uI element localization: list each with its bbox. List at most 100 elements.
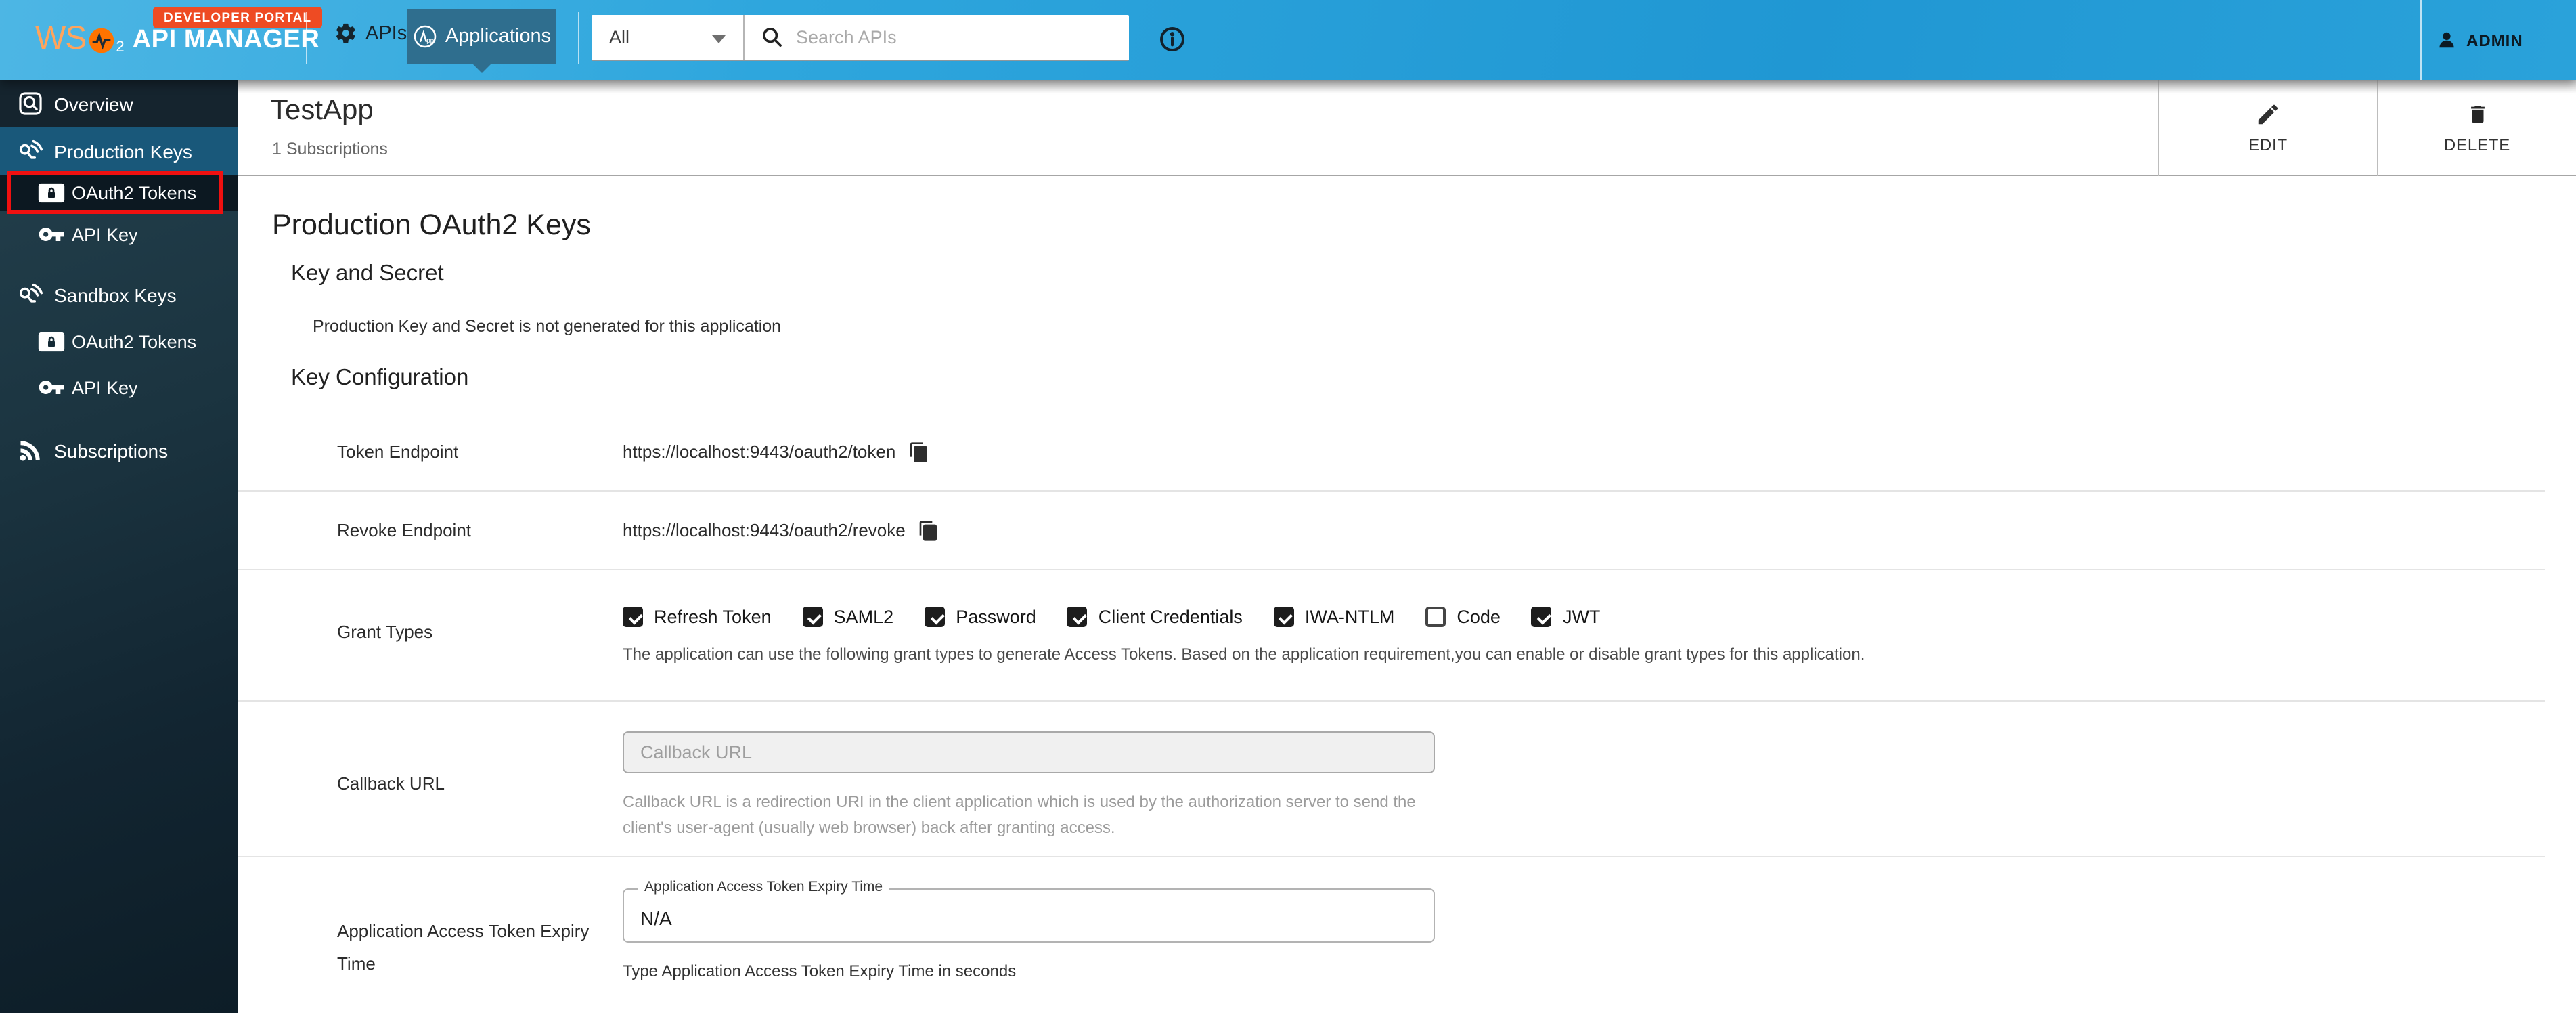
checkbox-refresh-token[interactable]: Refresh Token [623,607,772,627]
token-expiry-row: Application Access Token Expiry Time App… [238,857,2545,1013]
nav-apis[interactable]: APIs [334,22,407,45]
checkbox-iwa-ntlm[interactable]: IWA-NTLM [1274,607,1395,627]
checkbox-icon[interactable] [1067,607,1088,627]
logo-product-text: API MANAGER [133,26,320,56]
search-filter-value: All [609,27,629,47]
wso2-logo[interactable]: WS 2 API MANAGER [35,23,319,56]
key-icon [38,374,65,401]
sidebar-item-label: Sandbox Keys [54,284,177,306]
sidebar-item-label: Production Keys [54,140,192,162]
search-input[interactable]: Search APIs [745,26,1129,49]
pencil-icon [2255,102,2281,127]
checkbox-icon[interactable] [1532,607,1552,627]
top-header: DEVELOPER PORTAL WS 2 API MANAGER APIs p… [0,0,2576,80]
copy-icon[interactable] [918,518,939,542]
wso2-devportal-page: DEVELOPER PORTAL WS 2 API MANAGER APIs p… [0,0,2576,1013]
sidebar-item-label: Subscriptions [54,440,168,462]
grant-types-row: Grant Types Refresh Token SAML2 [238,570,2545,702]
sidebar-item-subscriptions[interactable]: Subscriptions [0,428,238,474]
sidebar-item-label: OAuth2 Tokens [72,331,196,351]
edit-button[interactable]: EDIT [2158,80,2377,176]
sidebar-item-overview[interactable]: Overview [0,80,238,127]
token-endpoint-label: Token Endpoint [337,441,623,462]
keys-waves-icon [18,282,45,309]
info-icon[interactable] [1159,26,1186,53]
header-divider [578,12,579,64]
grant-types-checkbox-group: Refresh Token SAML2 Password [623,570,2545,627]
delete-button[interactable]: DELETE [2377,80,2576,176]
callback-url-row: Callback URL Callback URL is a redirecti… [238,702,2545,857]
sidebar-item-label: OAuth2 Tokens [72,183,196,203]
edit-button-label: EDIT [2248,135,2288,154]
key-configuration-form: Token Endpoint https://localhost:9443/oa… [238,413,2545,1013]
username-label: ADMIN [2466,30,2523,49]
gear-icon [334,22,357,45]
checkbox-icon[interactable] [925,607,945,627]
search-icon [761,26,784,49]
sidebar-item-label: API Key [72,224,138,244]
callback-url-input[interactable] [623,731,1435,773]
grant-types-label: Grant Types [337,570,623,700]
sidebar-item-api-key-production[interactable]: API Key [0,211,238,257]
checkbox-client-credentials[interactable]: Client Credentials [1067,607,1243,627]
sidebar-item-label: Overview [54,93,133,114]
checkbox-icon[interactable] [1274,607,1294,627]
sidebar-item-sandbox-keys[interactable]: Sandbox Keys [0,272,238,318]
page-title: TestApp [271,95,374,127]
key-icon [38,221,65,248]
sidebar-item-oauth2-tokens-sandbox[interactable]: OAuth2 Tokens [0,318,238,364]
nav-applications-label: Applications [445,26,551,47]
main-area: TestApp 1 Subscriptions EDIT DELETE Prod… [238,80,2576,1013]
production-oauth2-keys-title: Production OAuth2 Keys [272,209,591,242]
checkbox-code[interactable]: Code [1425,607,1501,627]
logo-sub2-text: 2 [116,39,124,56]
svg-text:pp: pp [426,37,434,45]
checkbox-saml2[interactable]: SAML2 [803,607,894,627]
sidebar-item-oauth2-tokens-production[interactable]: OAuth2 Tokens [0,175,238,211]
key-and-secret-title: Key and Secret [291,261,444,287]
chevron-down-icon [712,35,726,43]
grant-types-helper-text: The application can use the following gr… [623,645,2545,664]
wso2-pulse-icon [87,27,114,54]
card-lock-icon [38,331,65,351]
checkbox-password[interactable]: Password [925,607,1036,627]
token-expiry-input[interactable] [623,888,1435,943]
person-icon [2437,30,2457,50]
search-placeholder: Search APIs [796,27,897,47]
checkbox-icon[interactable] [803,607,823,627]
token-endpoint-row: Token Endpoint https://localhost:9443/oa… [238,413,2545,492]
user-menu[interactable]: ADMIN [2437,0,2523,80]
nav-apis-label: APIs [365,22,407,44]
token-expiry-field-label: Application Access Token Expiry Time [638,879,889,895]
callback-url-label: Callback URL [337,702,623,856]
copy-icon[interactable] [908,439,929,464]
delete-button-label: DELETE [2444,135,2510,154]
checkbox-icon[interactable] [1425,607,1446,627]
revoke-endpoint-value: https://localhost:9443/oauth2/revoke [623,520,906,540]
sidebar-item-api-key-sandbox[interactable]: API Key [0,364,238,410]
sidebar-item-production-keys[interactable]: Production Keys [0,127,238,175]
left-menu: Overview Production Keys OAuth2 Tokens A… [0,80,238,1013]
revoke-endpoint-row: Revoke Endpoint https://localhost:9443/o… [238,492,2545,570]
checkbox-icon[interactable] [623,607,643,627]
application-header: TestApp 1 Subscriptions EDIT DELETE [238,80,2576,176]
nav-applications[interactable]: pp Applications [407,9,556,64]
card-lock-icon [38,183,65,203]
subscriptions-count: 1 Subscriptions [272,139,388,158]
header-divider [306,12,307,64]
overview-icon [18,91,43,116]
applications-tab-pointer [472,64,491,73]
checkbox-jwt[interactable]: JWT [1532,607,1601,627]
header-divider [2420,0,2422,80]
callback-url-helper-text: Callback URL is a redirection URI in the… [623,790,1424,840]
app-circle-icon: pp [413,24,437,49]
token-expiry-label: Application Access Token Expiry Time [337,857,623,980]
revoke-endpoint-label: Revoke Endpoint [337,520,623,540]
token-expiry-helper-text: Type Application Access Token Expiry Tim… [623,962,2545,980]
token-endpoint-value: https://localhost:9443/oauth2/token [623,441,895,462]
search-filter-select[interactable]: All [592,15,745,60]
logo-ws-text: WS [35,23,86,56]
keys-waves-icon [18,137,45,165]
key-configuration-title: Key Configuration [291,366,468,391]
trash-icon [2466,102,2489,127]
